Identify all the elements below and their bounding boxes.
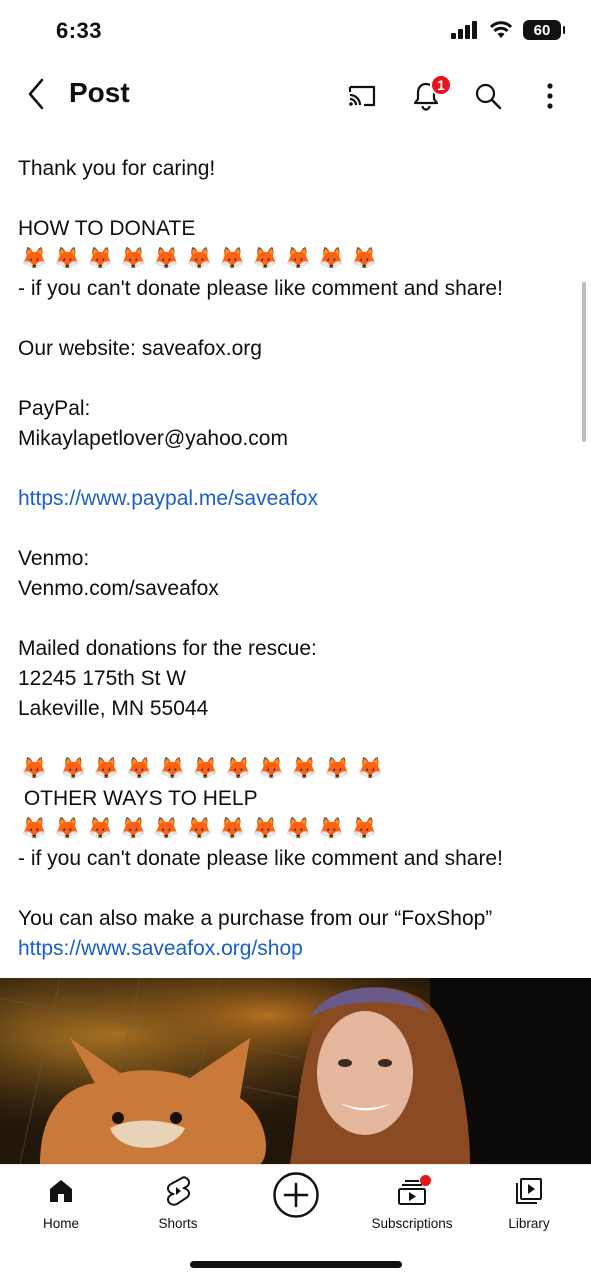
- fox-emoji: 🦊: [285, 247, 312, 270]
- fox-emoji: 🦊: [357, 757, 384, 780]
- new-content-dot: [420, 1175, 431, 1186]
- fox-emoji: 🦊: [21, 817, 48, 840]
- chevron-left-icon: [28, 78, 44, 110]
- battery-icon: 60: [523, 20, 565, 40]
- fox-emoji: 🦊: [219, 817, 246, 840]
- fox-emoji: 🦊: [252, 247, 279, 270]
- fox-emoji: 🦊: [93, 757, 120, 780]
- cellular-signal-icon: [451, 21, 477, 39]
- fox-emoji: 🦊: [120, 247, 147, 270]
- notifications-button[interactable]: 1: [406, 74, 452, 116]
- shop-link[interactable]: https://www.saveafox.org/shop: [18, 934, 578, 964]
- paypal-email: Mikaylapetlover@yahoo.com: [18, 427, 288, 450]
- fox-emoji: 🦊: [318, 247, 345, 270]
- post-photo-illustration: [0, 978, 591, 1164]
- venmo-value: Venmo.com/saveafox: [18, 577, 219, 600]
- fox-emoji: 🦊: [351, 817, 378, 840]
- mail-street: 12245 175th St W: [18, 667, 187, 690]
- fox-emoji: 🦊: [318, 817, 345, 840]
- back-button[interactable]: [18, 76, 54, 112]
- fox-emoji-row: 🦊 🦊 🦊 🦊 🦊 🦊 🦊 🦊 🦊 🦊 🦊: [18, 814, 578, 844]
- search-button[interactable]: [468, 76, 508, 116]
- website-line: Our website: saveafox.org: [18, 337, 262, 360]
- nav-library[interactable]: Library: [479, 1173, 579, 1231]
- home-icon: [50, 1180, 72, 1202]
- fox-emoji-row: 🦊 🦊 🦊 🦊 🦊 🦊 🦊 🦊 🦊 🦊 🦊: [18, 754, 578, 784]
- fox-emoji: 🦊: [291, 757, 318, 780]
- post-text-line: - if you can't donate please like commen…: [18, 277, 503, 300]
- nav-shorts-label: Shorts: [158, 1216, 198, 1231]
- other-ways-heading: OTHER WAYS TO HELP: [18, 787, 258, 810]
- nav-subscriptions[interactable]: Subscriptions: [362, 1173, 462, 1231]
- fox-emoji: 🦊: [159, 757, 186, 780]
- fox-emoji: 🦊: [219, 247, 246, 270]
- more-vert-icon: [547, 83, 553, 109]
- scrollbar[interactable]: [582, 282, 586, 442]
- donate-heading: HOW TO DONATE: [18, 217, 196, 240]
- fox-emoji: 🦊: [225, 757, 252, 780]
- fox-emoji: 🦊: [285, 817, 312, 840]
- fox-emoji: 🦊: [87, 817, 114, 840]
- fox-emoji: 🦊: [126, 757, 153, 780]
- fox-emoji: 🦊: [21, 247, 48, 270]
- more-options-button[interactable]: [530, 76, 570, 116]
- fox-emoji: 🦊: [60, 757, 87, 780]
- fox-emoji-row: 🦊 🦊 🦊 🦊 🦊 🦊 🦊 🦊 🦊 🦊 🦊: [18, 244, 578, 274]
- paypal-label: PayPal:: [18, 397, 91, 420]
- fox-emoji: 🦊: [252, 817, 279, 840]
- fox-emoji: 🦊: [54, 247, 81, 270]
- wifi-icon: [489, 21, 513, 38]
- home-indicator: [190, 1261, 402, 1268]
- fox-emoji: 🦊: [186, 247, 213, 270]
- status-time: 6:33: [56, 18, 103, 43]
- notification-badge: 1: [430, 74, 452, 96]
- fox-emoji: 🦊: [153, 247, 180, 270]
- mail-label: Mailed donations for the rescue:: [18, 637, 317, 660]
- cast-icon: [348, 85, 376, 107]
- venmo-label: Venmo:: [18, 547, 90, 570]
- search-icon: [475, 83, 502, 110]
- status-icons: 60: [451, 20, 565, 40]
- shop-line: You can also make a purchase from our “F…: [18, 907, 493, 930]
- paypal-link[interactable]: https://www.paypal.me/saveafox: [18, 484, 578, 514]
- fox-emoji: 🦊: [192, 757, 219, 780]
- fox-emoji: 🦊: [258, 757, 285, 780]
- nav-library-label: Library: [508, 1216, 550, 1231]
- create-button[interactable]: [246, 1169, 346, 1221]
- fox-emoji: 🦊: [186, 817, 213, 840]
- nav-shorts[interactable]: Shorts: [128, 1173, 228, 1231]
- cast-button[interactable]: [342, 76, 382, 116]
- fox-emoji: 🦊: [351, 247, 378, 270]
- library-icon: [516, 1178, 542, 1204]
- fox-emoji: 🦊: [21, 757, 48, 780]
- fox-emoji: 🦊: [153, 817, 180, 840]
- fox-emoji: 🦊: [324, 757, 351, 780]
- post-text-line: Thank you for caring!: [18, 157, 216, 180]
- status-bar: 6:33 60: [0, 0, 591, 60]
- post-image[interactable]: [0, 978, 591, 1164]
- fox-emoji: 🦊: [54, 817, 81, 840]
- nav-subscriptions-label: Subscriptions: [371, 1216, 453, 1231]
- fox-emoji: 🦊: [87, 247, 114, 270]
- mail-city: Lakeville, MN 55044: [18, 697, 209, 720]
- fox-emoji: 🦊: [120, 817, 147, 840]
- nav-home-label: Home: [42, 1216, 79, 1231]
- nav-home[interactable]: Home: [11, 1173, 111, 1231]
- post-text-line: - if you can't donate please like commen…: [18, 847, 503, 870]
- app-header: Post 1: [0, 62, 591, 128]
- battery-level: 60: [533, 21, 551, 39]
- post-body: Thank you for caring! HOW TO DONATE 🦊 🦊 …: [18, 154, 578, 964]
- shorts-icon: [167, 1176, 190, 1206]
- page-title: Post: [69, 77, 130, 108]
- add-circle-icon: [273, 1172, 319, 1218]
